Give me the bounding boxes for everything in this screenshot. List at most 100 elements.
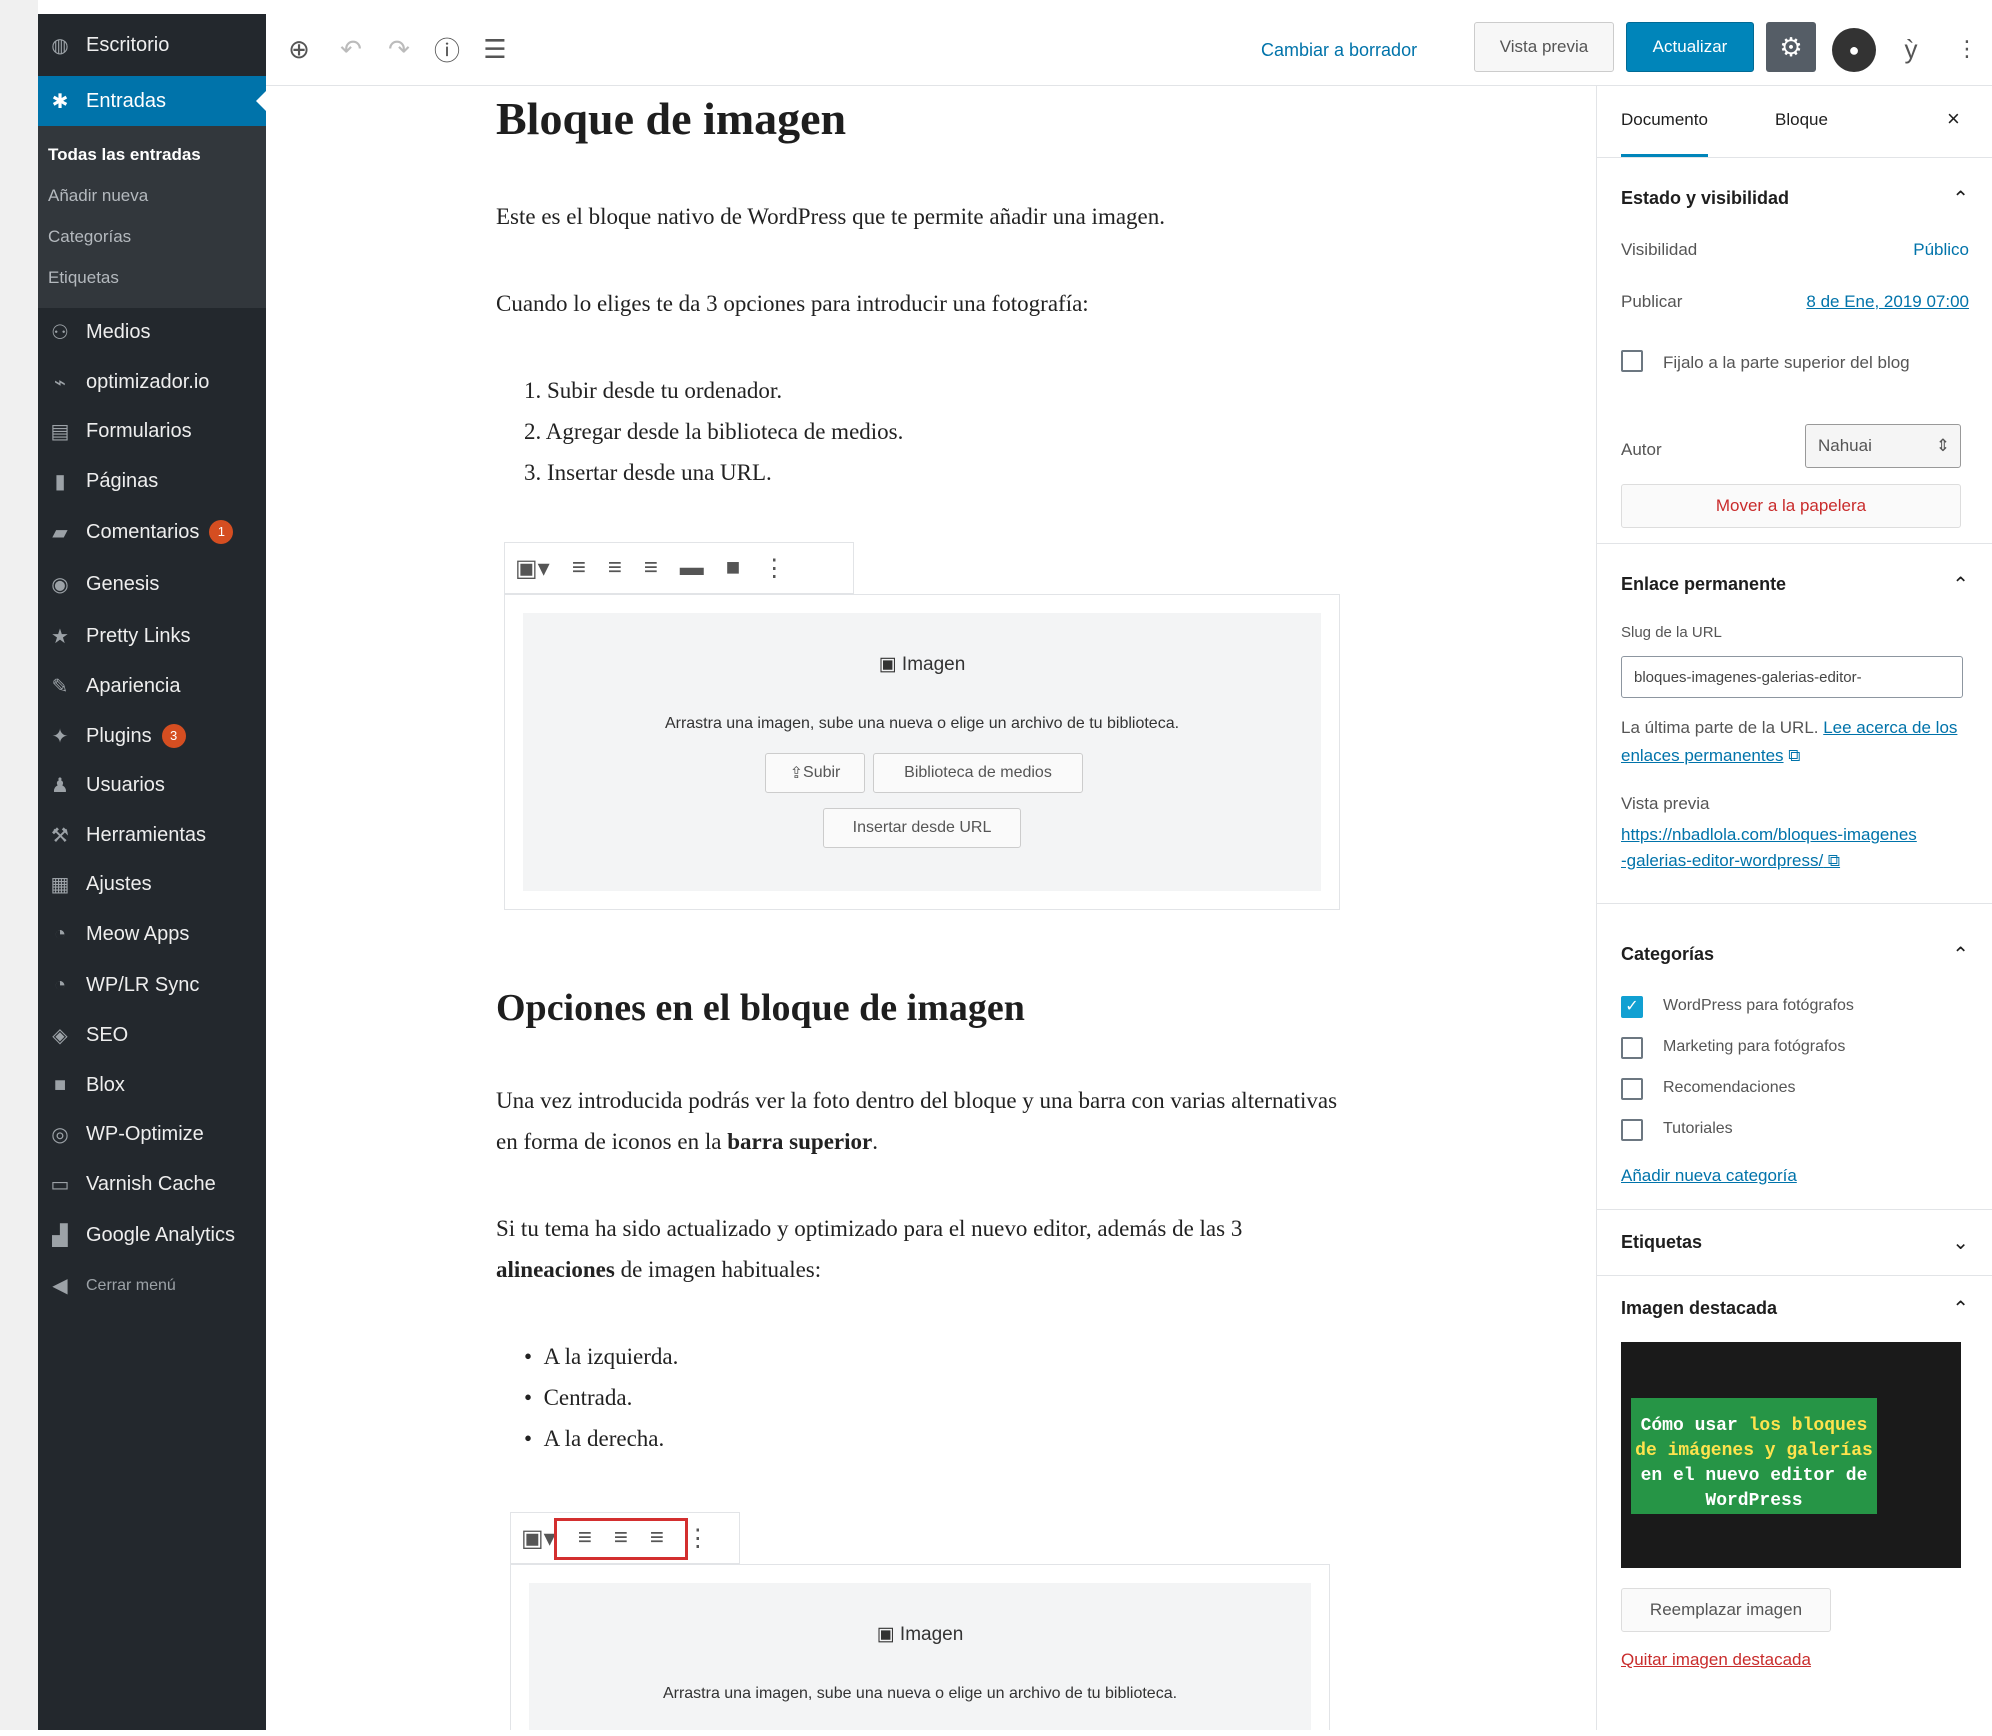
menu-item-wplr-sync[interactable]: ◔ WP/LR Sync <box>38 959 266 1011</box>
menu-item-meow-apps[interactable]: ◔ Meow Apps <box>38 910 266 960</box>
preview-button[interactable]: Vista previa <box>1474 22 1614 72</box>
menu-item-label: Apariencia <box>86 675 181 698</box>
menu-item-comments[interactable]: ▰ Comentarios 1 <box>38 506 266 558</box>
menu-item-seo[interactable]: ◈ SEO <box>38 1011 266 1061</box>
ordered-list[interactable]: 1. Subir desde tu ordenador. 2. Agregar … <box>524 370 903 493</box>
image-type-icon[interactable]: ▣▾ <box>521 1524 556 1553</box>
paragraph-1[interactable]: Este es el bloque nativo de WordPress qu… <box>496 196 1356 237</box>
full-width-icon[interactable]: ■ <box>726 554 741 582</box>
settings-gear-icon[interactable]: ⚙ <box>1766 22 1816 72</box>
menu-item-media[interactable]: ⚇ Medios <box>38 308 266 358</box>
upload-button[interactable]: ⇪ Subir <box>765 753 865 793</box>
slug-input[interactable]: bloques-imagenes-galerias-editor- <box>1621 656 1963 698</box>
menu-item-pages[interactable]: ▮ Páginas <box>38 457 266 507</box>
menu-posts[interactable]: ✱ Entradas <box>38 76 266 126</box>
publish-date[interactable]: 8 de Ene, 2019 07:00 <box>1806 292 1969 312</box>
add-block-icon[interactable]: ⊕ <box>282 32 316 66</box>
image-type-icon[interactable]: ▣▾ <box>515 554 550 583</box>
menu-item-plugins[interactable]: ✦ Plugins 3 <box>38 712 266 762</box>
switch-to-draft-link[interactable]: Cambiar a borrador <box>1261 34 1417 66</box>
menu-item-pretty-links[interactable]: ★ Pretty Links <box>38 610 266 662</box>
outline-icon[interactable]: ☰ <box>478 32 512 66</box>
author-select[interactable]: Nahuai ⇕ <box>1805 424 1961 468</box>
menu-item-tools[interactable]: ⚒ Herramientas <box>38 811 266 861</box>
info-icon[interactable]: ⓘ <box>430 32 464 66</box>
paragraph-4[interactable]: Si tu tema ha sido actualizado y optimiz… <box>496 1208 1356 1290</box>
submenu-add-new[interactable]: Añadir nueva <box>38 175 266 216</box>
editor-canvas: Bloque de imagen Este es el bloque nativ… <box>266 86 1574 1730</box>
section-title[interactable]: Estado y visibilidad <box>1621 188 1789 209</box>
chevron-up-icon[interactable]: ⌃ <box>1952 186 1969 211</box>
image-block-title-text: Imagen <box>899 1624 964 1645</box>
chevron-down-icon[interactable]: ⌄ <box>1952 1230 1969 1255</box>
notification-badge: 3 <box>161 724 186 749</box>
yoast-icon[interactable]: ỳ <box>1894 32 1928 66</box>
paragraph-4-text-c: de imagen habituales: <box>614 1257 822 1282</box>
author-value: Nahuai <box>1818 436 1872 455</box>
submenu-categories[interactable]: Categorías <box>38 216 266 257</box>
chevron-up-icon[interactable]: ⌃ <box>1952 1296 1969 1321</box>
more-block-options-icon[interactable]: ⋮ <box>762 554 786 583</box>
category-checkbox[interactable] <box>1621 1119 1643 1141</box>
more-options-icon[interactable]: ⋮ <box>1950 32 1984 66</box>
submenu-tags[interactable]: Etiquetas <box>38 257 266 298</box>
featured-image-thumbnail[interactable]: Cómo usar los bloques de imágenes y gale… <box>1621 1342 1961 1568</box>
chevron-up-icon[interactable]: ⌃ <box>1952 572 1969 597</box>
wide-width-icon[interactable]: ▬ <box>680 554 704 582</box>
tab-block[interactable]: Bloque <box>1775 110 1828 130</box>
align-center-icon[interactable]: ≡ <box>608 554 622 582</box>
move-to-trash-button[interactable]: Mover a la papelera <box>1621 484 1961 528</box>
replace-image-button[interactable]: Reemplazar imagen <box>1621 1588 1831 1632</box>
add-category-link[interactable]: Añadir nueva categoría <box>1621 1166 1797 1186</box>
menu-item-appearance[interactable]: ✎ Apariencia <box>38 662 266 712</box>
menu-item-varnish[interactable]: ▭ Varnish Cache <box>38 1160 266 1210</box>
image-block-placeholder-2[interactable]: ▣ Imagen Arrastra una imagen, sube una n… <box>510 1564 1330 1730</box>
redo-icon[interactable]: ↷ <box>382 32 416 66</box>
menu-item-analytics[interactable]: ▟ Google Analytics <box>38 1209 266 1261</box>
menu-item-wp-optimize[interactable]: ◎ WP-Optimize <box>38 1110 266 1160</box>
image-block-toolbar: ▣▾ ≡ ≡ ≡ ▬ ■ ⋮ <box>504 542 854 594</box>
align-left-icon[interactable]: ≡ <box>572 554 586 582</box>
menu-item-genesis[interactable]: ◉ Genesis <box>38 558 266 610</box>
menu-dashboard[interactable]: ◍ Escritorio <box>38 14 266 76</box>
stick-label: Fijalo a la parte superior del blog <box>1663 353 1910 372</box>
plugin-avatar-icon[interactable]: ● <box>1832 28 1876 72</box>
tab-document[interactable]: Documento <box>1621 110 1708 157</box>
remove-featured-image-link[interactable]: Quitar imagen destacada <box>1621 1650 1811 1670</box>
menu-item-collapse-menu[interactable]: ◀ Cerrar menú <box>38 1261 266 1311</box>
submenu-all-posts[interactable]: Todas las entradas <box>38 134 266 175</box>
update-button[interactable]: Actualizar <box>1626 22 1754 72</box>
chevron-up-icon[interactable]: ⌃ <box>1952 942 1969 967</box>
category-checkbox[interactable] <box>1621 1078 1643 1100</box>
media-library-button[interactable]: Biblioteca de medios <box>873 753 1083 793</box>
category-checkbox[interactable] <box>1621 1037 1643 1059</box>
permalink-section: Enlace permanente ⌃ Slug de la URL bloqu… <box>1597 544 1992 904</box>
image-icon: ▣ <box>878 654 902 675</box>
image-block-placeholder[interactable]: ▣ Imagen Arrastra una imagen, sube una n… <box>504 594 1340 910</box>
paragraph-2[interactable]: Cuando lo eliges te da 3 opciones para i… <box>496 283 1356 324</box>
more-block-options-icon[interactable]: ⋮ <box>686 1524 710 1553</box>
heading-bloque-de-imagen[interactable]: Bloque de imagen <box>496 92 846 145</box>
menu-item-settings[interactable]: ▦ Ajustes <box>38 860 266 910</box>
heading-opciones[interactable]: Opciones en el bloque de imagen <box>496 986 1025 1030</box>
menu-item-forms[interactable]: ▤ Formularios <box>38 407 266 457</box>
menu-item-optimizador[interactable]: ⌁ optimizador.io <box>38 358 266 408</box>
visibility-value[interactable]: Público <box>1913 240 1969 260</box>
menu-item-users[interactable]: ♟ Usuarios <box>38 761 266 811</box>
paragraph-3[interactable]: Una vez introducida podrás ver la foto d… <box>496 1080 1356 1162</box>
section-title[interactable]: Categorías <box>1621 944 1714 965</box>
section-title[interactable]: Enlace permanente <box>1621 574 1786 595</box>
menu-item-blox[interactable]: ■ Blox <box>38 1061 266 1111</box>
bullet-list[interactable]: • A la izquierda. • Centrada. • A la der… <box>524 1336 678 1459</box>
paragraph-4-text-a: Si tu tema ha sido actualizado y optimiz… <box>496 1216 1243 1241</box>
preview-url-link[interactable]: https://nbadlola.com/bloques-imagenes-ga… <box>1621 822 1921 874</box>
optimizador-icon: ⌁ <box>53 371 67 394</box>
undo-icon[interactable]: ↶ <box>334 32 368 66</box>
section-title[interactable]: Imagen destacada <box>1621 1298 1777 1319</box>
insert-from-url-button[interactable]: Insertar desde URL <box>823 808 1021 848</box>
category-checkbox[interactable]: ✓ <box>1621 996 1643 1018</box>
section-title[interactable]: Etiquetas <box>1621 1232 1702 1253</box>
align-right-icon[interactable]: ≡ <box>644 554 658 582</box>
close-icon[interactable]: × <box>1947 106 1960 132</box>
image-block-title: ▣ Imagen <box>523 653 1321 676</box>
